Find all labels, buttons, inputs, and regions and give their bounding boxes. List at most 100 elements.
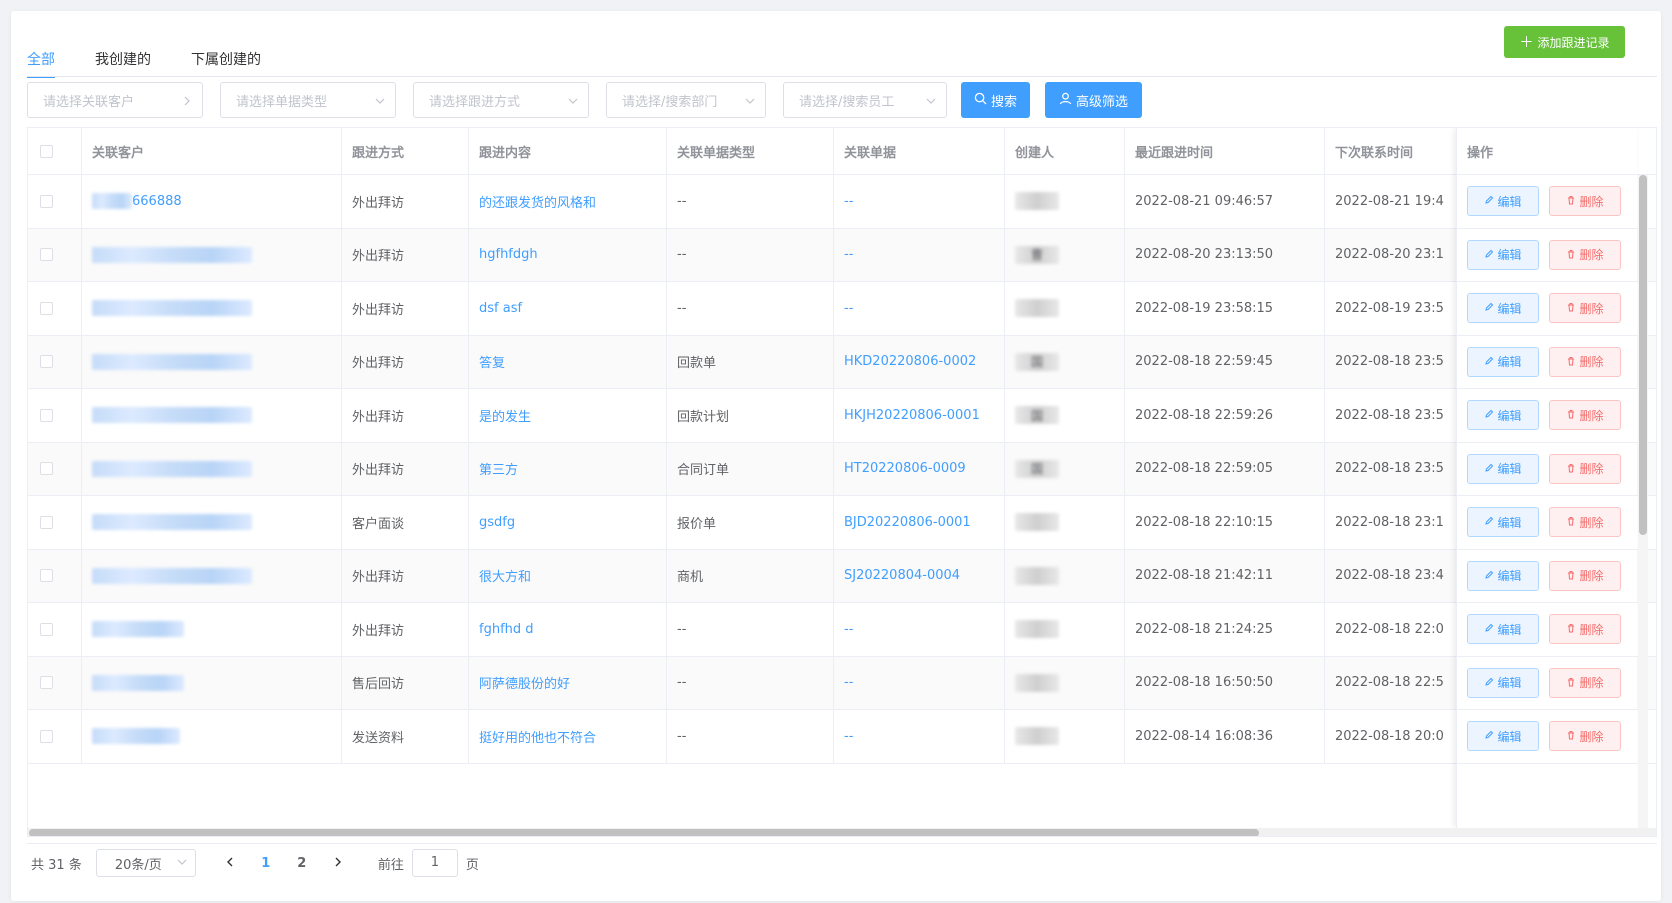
table-row[interactable]: 外出拜访 dsf asf -- -- 2022-08-19 23:58:15 2022-0…	[28, 282, 1656, 336]
tab-all[interactable]: 全部	[27, 33, 55, 78]
content-link[interactable]: gsdfg	[479, 515, 515, 530]
table-row[interactable]: 666888 外出拜访 的还跟发货的风格和 -- -- 2022-08-21 09:46:…	[28, 175, 1656, 229]
trash-icon	[1566, 569, 1576, 583]
table-row[interactable]: 外出拜访 hgfhfdgh -- -- 曹 2022-08-20 23:13:50 2022…	[28, 228, 1656, 282]
edit-button[interactable]: 编辑	[1467, 507, 1539, 538]
row-checkbox[interactable]	[40, 301, 53, 315]
edit-button[interactable]: 编辑	[1467, 346, 1539, 377]
row-checkbox[interactable]	[40, 462, 53, 476]
content-link[interactable]: dsf asf	[479, 301, 522, 316]
table-row[interactable]: 售后回访 阿萨德股份的好 -- -- 2022-08-18 16:50:50 2022-0…	[28, 656, 1656, 710]
table-row[interactable]: 外出拜访 是的发生 回款计划 HKJH20220806-0001 国 2022-08-18…	[28, 389, 1656, 443]
edit-button[interactable]: 编辑	[1467, 560, 1539, 591]
doc-type-select-placeholder: 请选择单据类型	[236, 94, 328, 110]
edit-button[interactable]: 编辑	[1467, 667, 1539, 698]
table-row[interactable]: 外出拜访 第三方 合同订单 HT20220806-0009 国 2022-08-18 22…	[28, 442, 1656, 496]
edit-button[interactable]: 编辑	[1467, 186, 1539, 217]
delete-button[interactable]: 删除	[1549, 400, 1621, 431]
customer-link[interactable]: 666888	[132, 194, 182, 209]
content-link[interactable]: fghfhd d	[479, 622, 534, 637]
content-link[interactable]: 答复	[479, 352, 505, 371]
page-1[interactable]: 1	[251, 849, 281, 877]
delete-button[interactable]: 删除	[1549, 346, 1621, 377]
cell-doc: HKJH20220806-0001	[834, 389, 1005, 442]
next-page-button[interactable]	[323, 849, 353, 877]
delete-button[interactable]: 删除	[1549, 507, 1621, 538]
delete-button[interactable]: 删除	[1549, 667, 1621, 698]
add-followup-button[interactable]: ＋ 添加跟进记录	[1504, 26, 1625, 58]
delete-button[interactable]: 删除	[1549, 239, 1621, 270]
doc-link[interactable]: HKD20220806-0002	[844, 354, 976, 369]
doc-link[interactable]: HT20220806-0009	[844, 461, 966, 476]
doc-link[interactable]: SJ20220804-0004	[844, 568, 960, 583]
edit-button[interactable]: 编辑	[1467, 453, 1539, 484]
content-link[interactable]: 很大方和	[479, 566, 531, 585]
row-checkbox[interactable]	[40, 248, 53, 262]
dept-select[interactable]: 请选择/搜索部门	[606, 82, 766, 118]
doc-link[interactable]: --	[844, 675, 853, 690]
next-text: 2022-08-18 22:5	[1335, 675, 1444, 691]
method-select[interactable]: 请选择跟进方式	[413, 82, 589, 118]
delete-button[interactable]: 删除	[1549, 186, 1621, 217]
page-2[interactable]: 2	[287, 849, 317, 877]
row-checkbox[interactable]	[40, 194, 53, 208]
table-row[interactable]: 外出拜访 fghfhd d -- -- 2022-08-18 21:24:25 2022-…	[28, 603, 1656, 657]
row-checkbox[interactable]	[40, 729, 53, 743]
vertical-scroll-thumb[interactable]	[1639, 175, 1647, 535]
cell-content: hgfhfdgh	[469, 228, 667, 281]
delete-button[interactable]: 删除	[1549, 453, 1621, 484]
cell-creator: 曹	[1005, 228, 1125, 281]
doc-link[interactable]: --	[844, 729, 853, 744]
employee-select[interactable]: 请选择/搜索员工	[783, 82, 947, 118]
content-link[interactable]: 阿萨德股份的好	[479, 673, 570, 692]
content-link[interactable]: 的还跟发货的风格和	[479, 192, 596, 211]
select-all-checkbox[interactable]	[40, 144, 53, 158]
search-button[interactable]: 搜索	[961, 82, 1030, 118]
delete-label: 删除	[1579, 515, 1604, 530]
row-checkbox[interactable]	[40, 355, 53, 369]
horizontal-scroll-thumb[interactable]	[29, 829, 1259, 836]
doc-link[interactable]: --	[844, 194, 853, 209]
table-row[interactable]: 外出拜访 答复 回款单 HKD20220806-0002 国 2022-08-18 22:…	[28, 335, 1656, 389]
goto-page-input[interactable]: 1	[411, 849, 458, 877]
edit-button[interactable]: 编辑	[1467, 614, 1539, 645]
tab-subordinates[interactable]: 下属创建的	[191, 33, 261, 77]
operations-column: 操作 编辑 删除 编辑 删除 编辑 删除 编辑 删除 编辑 删除 编辑 删除 编辑 删除 编辑 删除 编辑 删除编…	[1456, 128, 1638, 828]
row-checkbox[interactable]	[40, 408, 53, 422]
delete-button[interactable]: 删除	[1549, 293, 1621, 324]
content-link[interactable]: 是的发生	[479, 406, 531, 425]
edit-button[interactable]: 编辑	[1467, 400, 1539, 431]
advanced-filter-button[interactable]: 高级筛选	[1045, 82, 1142, 118]
doc-link[interactable]: HKJH20220806-0001	[844, 408, 980, 423]
row-checkbox[interactable]	[40, 622, 53, 636]
doc-type-select[interactable]: 请选择单据类型	[220, 82, 396, 118]
page-size-select[interactable]: 20条/页	[95, 849, 196, 877]
delete-button[interactable]: 删除	[1549, 614, 1621, 645]
vertical-scrollbar[interactable]	[1638, 175, 1648, 828]
row-checkbox[interactable]	[40, 569, 53, 583]
table-row[interactable]: 外出拜访 很大方和 商机 SJ20220804-0004 2022-08-18 21:4…	[28, 549, 1656, 603]
table-row[interactable]: 发送资料 挺好用的他也不符合 -- -- 2022-08-14 16:08:36 2022…	[28, 710, 1656, 764]
customer-select[interactable]: 请选择关联客户	[27, 82, 203, 118]
delete-button[interactable]: 删除	[1549, 721, 1621, 752]
content-link[interactable]: 挺好用的他也不符合	[479, 727, 596, 746]
row-checkbox[interactable]	[40, 676, 53, 690]
doc-link[interactable]: --	[844, 247, 853, 262]
content-link[interactable]: 第三方	[479, 459, 518, 478]
doc-link[interactable]: --	[844, 622, 853, 637]
tab-mine[interactable]: 我创建的	[95, 33, 151, 77]
row-checkbox[interactable]	[40, 515, 53, 529]
delete-button[interactable]: 删除	[1549, 560, 1621, 591]
prev-page-button[interactable]	[215, 849, 245, 877]
doc_type-text: --	[677, 728, 687, 744]
edit-button[interactable]: 编辑	[1467, 293, 1539, 324]
edit-button[interactable]: 编辑	[1467, 721, 1539, 752]
doc-link[interactable]: --	[844, 301, 853, 316]
table-row[interactable]: 客户面谈 gsdfg 报价单 BJD20220806-0001 2022-08-18 2…	[28, 496, 1656, 550]
edit-button[interactable]: 编辑	[1467, 239, 1539, 270]
doc_type-text: --	[677, 675, 687, 691]
horizontal-scrollbar[interactable]	[28, 828, 1656, 836]
doc_type-text: 回款计划	[677, 409, 730, 425]
content-link[interactable]: hgfhfdgh	[479, 247, 538, 262]
doc-link[interactable]: BJD20220806-0001	[844, 515, 971, 530]
